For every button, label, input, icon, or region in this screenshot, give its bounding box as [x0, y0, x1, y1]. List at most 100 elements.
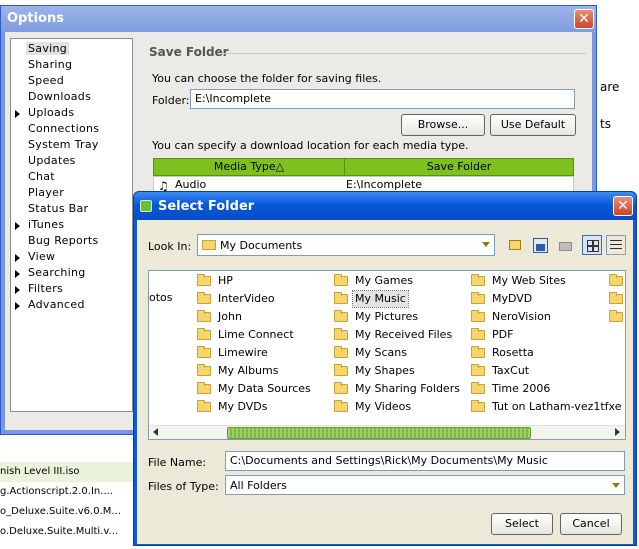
- folder-icon: [471, 382, 485, 394]
- list-item[interactable]: My Web Sites: [490, 273, 568, 289]
- nav-item-itunes[interactable]: iTunes: [28, 218, 64, 231]
- folder-icon: [197, 382, 211, 394]
- nav-item-advanced[interactable]: Advanced: [28, 298, 85, 311]
- folder-icon: [197, 346, 211, 358]
- scroll-left-icon[interactable]: [153, 428, 158, 436]
- nav-item-system-tray[interactable]: System Tray: [28, 138, 99, 151]
- list-item[interactable]: NeroVision: [490, 309, 553, 325]
- look-in-value: My Documents: [220, 239, 303, 252]
- list-item-selected[interactable]: My Music: [352, 290, 409, 308]
- nav-item-player[interactable]: Player: [28, 186, 64, 199]
- list-item[interactable]: nish Level III.iso: [0, 462, 135, 482]
- nav-item-uploads[interactable]: Uploads: [28, 106, 74, 119]
- folder-icon: [471, 310, 485, 322]
- expand-arrow-icon[interactable]: [15, 222, 20, 230]
- file-name-input[interactable]: C:\Documents and Settings\Rick\My Docume…: [225, 451, 625, 471]
- files-of-type-select[interactable]: All Folders: [225, 475, 625, 495]
- folder-icon: [197, 292, 211, 304]
- list-item[interactable]: My Received Files: [353, 327, 454, 343]
- nav-item-sharing[interactable]: Sharing: [28, 58, 72, 71]
- list-item[interactable]: My Pictures: [353, 309, 420, 325]
- dialog-title: Select Folder: [158, 199, 255, 214]
- chevron-down-icon[interactable]: [608, 476, 624, 494]
- look-in-label: Look In:: [148, 240, 192, 253]
- new-folder-icon[interactable]: [555, 235, 575, 255]
- column-header-media-type[interactable]: Media Type△: [154, 159, 345, 175]
- nav-item-view[interactable]: View: [28, 250, 55, 263]
- expand-arrow-icon[interactable]: [15, 110, 20, 118]
- list-item[interactable]: TaxCut: [490, 363, 531, 379]
- list-item[interactable]: My Sharing Folders: [353, 381, 462, 397]
- browse-button[interactable]: Browse...: [401, 114, 485, 136]
- look-in-select[interactable]: My Documents: [197, 234, 495, 256]
- list-item[interactable]: o_Deluxe.Suite.v6.0.M...: [0, 502, 135, 522]
- list-item[interactable]: Lime Connect: [216, 327, 296, 343]
- nav-item-status-bar[interactable]: Status Bar: [28, 202, 88, 215]
- list-item[interactable]: My Albums: [216, 363, 280, 379]
- select-button[interactable]: Select: [491, 513, 553, 535]
- media-location-description: You can specify a download location for …: [152, 139, 469, 152]
- media-table-header: Media Type△ Save Folder: [153, 158, 574, 176]
- list-item[interactable]: My Data Sources: [216, 381, 313, 397]
- folder-icon: [471, 292, 485, 304]
- list-view-icon[interactable]: [582, 235, 602, 255]
- list-item[interactable]: My DVDs: [216, 399, 270, 415]
- list-item[interactable]: InterVideo: [216, 291, 277, 307]
- list-item[interactable]: Limewire: [216, 345, 270, 361]
- options-title-bar[interactable]: Options ✕: [1, 6, 596, 32]
- folder-icon: [197, 274, 211, 286]
- folder-icon: [334, 310, 348, 322]
- folder-icon: [471, 364, 485, 376]
- folder-icon: [609, 274, 623, 286]
- chevron-down-icon[interactable]: [478, 235, 494, 255]
- options-nav-tree: Saving Sharing Speed Downloads Uploads C…: [10, 38, 133, 412]
- use-default-button[interactable]: Use Default: [490, 114, 576, 136]
- nav-item-filters[interactable]: Filters: [28, 282, 63, 295]
- list-item[interactable]: My Shapes: [353, 363, 417, 379]
- select-folder-title-bar[interactable]: Select Folder ✕: [134, 192, 636, 220]
- folder-icon: [471, 346, 485, 358]
- nav-item-saving[interactable]: Saving: [26, 42, 70, 55]
- details-view-icon[interactable]: [606, 235, 626, 255]
- home-icon[interactable]: [530, 235, 550, 255]
- save-folder-cell: E:\Incomplete: [346, 178, 422, 191]
- expand-arrow-icon[interactable]: [15, 286, 20, 294]
- list-item[interactable]: Time 2006: [490, 381, 552, 397]
- list-item[interactable]: o.Deluxe.Suite.Multi.v...: [0, 522, 135, 542]
- files-of-type-value: All Folders: [230, 479, 287, 492]
- close-icon[interactable]: ✕: [574, 9, 594, 29]
- nav-item-connections[interactable]: Connections: [28, 122, 99, 135]
- list-item[interactable]: My Scans: [353, 345, 409, 361]
- folder-icon: [334, 382, 348, 394]
- list-item[interactable]: My Games: [353, 273, 415, 289]
- nav-item-downloads[interactable]: Downloads: [28, 90, 91, 103]
- list-item[interactable]: g.Actionscript.2.0.In....: [0, 482, 135, 502]
- up-one-level-icon[interactable]: [505, 235, 525, 255]
- expand-arrow-icon[interactable]: [15, 302, 20, 310]
- column-header-save-folder[interactable]: Save Folder: [345, 159, 573, 175]
- nav-item-bug-reports[interactable]: Bug Reports: [28, 234, 99, 247]
- app-icon: [140, 200, 152, 212]
- list-item[interactable]: Rosetta: [490, 345, 536, 361]
- window-title: Options: [7, 11, 64, 26]
- list-item[interactable]: MyDVD: [490, 291, 534, 307]
- nav-item-searching[interactable]: Searching: [28, 266, 86, 279]
- horizontal-scrollbar[interactable]: [149, 425, 625, 439]
- list-item[interactable]: PDF: [490, 327, 515, 343]
- expand-arrow-icon[interactable]: [15, 270, 20, 278]
- list-item[interactable]: My Videos: [353, 399, 413, 415]
- list-item[interactable]: HP: [216, 273, 235, 289]
- folder-input[interactable]: E:\Incomplete: [190, 89, 575, 109]
- cancel-button[interactable]: Cancel: [560, 513, 622, 535]
- column-header-label: Media Type: [213, 160, 276, 173]
- expand-arrow-icon[interactable]: [15, 254, 20, 262]
- nav-item-chat[interactable]: Chat: [28, 170, 55, 183]
- scroll-right-icon[interactable]: [615, 428, 620, 436]
- scrollbar-thumb[interactable]: [227, 427, 531, 439]
- list-item[interactable]: John: [216, 309, 244, 325]
- nav-item-speed[interactable]: Speed: [28, 74, 64, 87]
- partial-folder-label[interactable]: otos: [149, 291, 173, 304]
- list-item[interactable]: Tut on Latham-vez1tfxe: [490, 399, 624, 415]
- nav-item-updates[interactable]: Updates: [28, 154, 76, 167]
- close-icon[interactable]: ✕: [613, 196, 633, 216]
